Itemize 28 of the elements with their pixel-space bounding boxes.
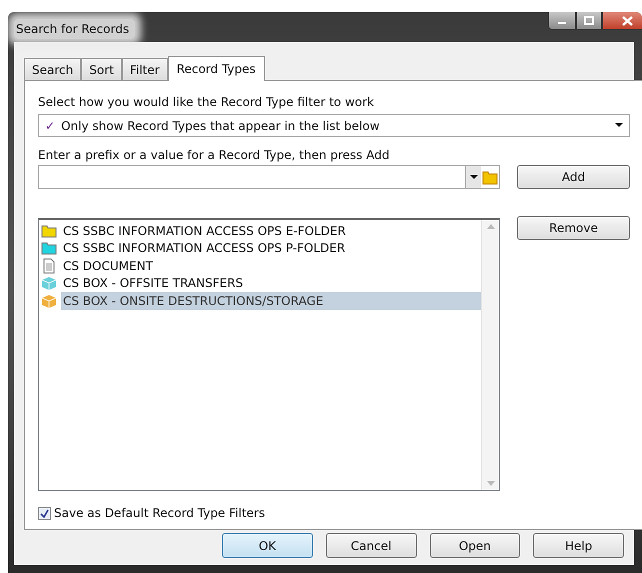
- tab[interactable]: Filter: [122, 58, 168, 80]
- window-title: Search for Records: [14, 19, 136, 39]
- remove-button[interactable]: Remove: [517, 216, 630, 240]
- maximize-button[interactable]: [576, 12, 602, 30]
- tab[interactable]: Search: [24, 58, 82, 80]
- save-default-checkbox[interactable]: [38, 506, 51, 520]
- close-icon: [622, 16, 632, 26]
- list-item[interactable]: CS BOX - ONSITE DESTRUCTIONS/STORAGE: [61, 292, 481, 310]
- dialog-button[interactable]: Cancel: [326, 533, 416, 558]
- list-item[interactable]: CS DOCUMENT: [61, 256, 155, 275]
- prefix-label: Enter a prefix or a value for a Record Type, then press Add: [38, 147, 390, 164]
- dialog-button[interactable]: Help: [533, 533, 624, 558]
- maximize-icon: [584, 16, 594, 25]
- tab[interactable]: Record Types: [168, 56, 265, 81]
- dialog-button[interactable]: OK: [222, 533, 313, 558]
- add-button[interactable]: Add: [517, 165, 630, 189]
- tab[interactable]: Sort: [81, 58, 122, 80]
- mode-label: Select how you would like the Record Type filter to work: [38, 94, 374, 111]
- dialog-button[interactable]: Open: [430, 533, 520, 558]
- list-item[interactable]: CS SSBC INFORMATION ACCESS OPS P-FOLDER: [61, 239, 348, 258]
- document-icon: [41, 258, 57, 274]
- filter-mode-select[interactable]: ✓ Only show Record Types that appear in the list below: [38, 114, 630, 137]
- list-item[interactable]: CS SSBC INFORMATION ACCESS OPS E-FOLDER: [61, 222, 348, 240]
- minimize-button[interactable]: [548, 12, 576, 30]
- list-item[interactable]: CS BOX - OFFSITE TRANSFERS: [61, 274, 246, 292]
- close-button[interactable]: [602, 12, 642, 30]
- save-default-label: Save as Default Record Type Filters: [54, 505, 265, 522]
- caret-icon[interactable]: [615, 123, 623, 128]
